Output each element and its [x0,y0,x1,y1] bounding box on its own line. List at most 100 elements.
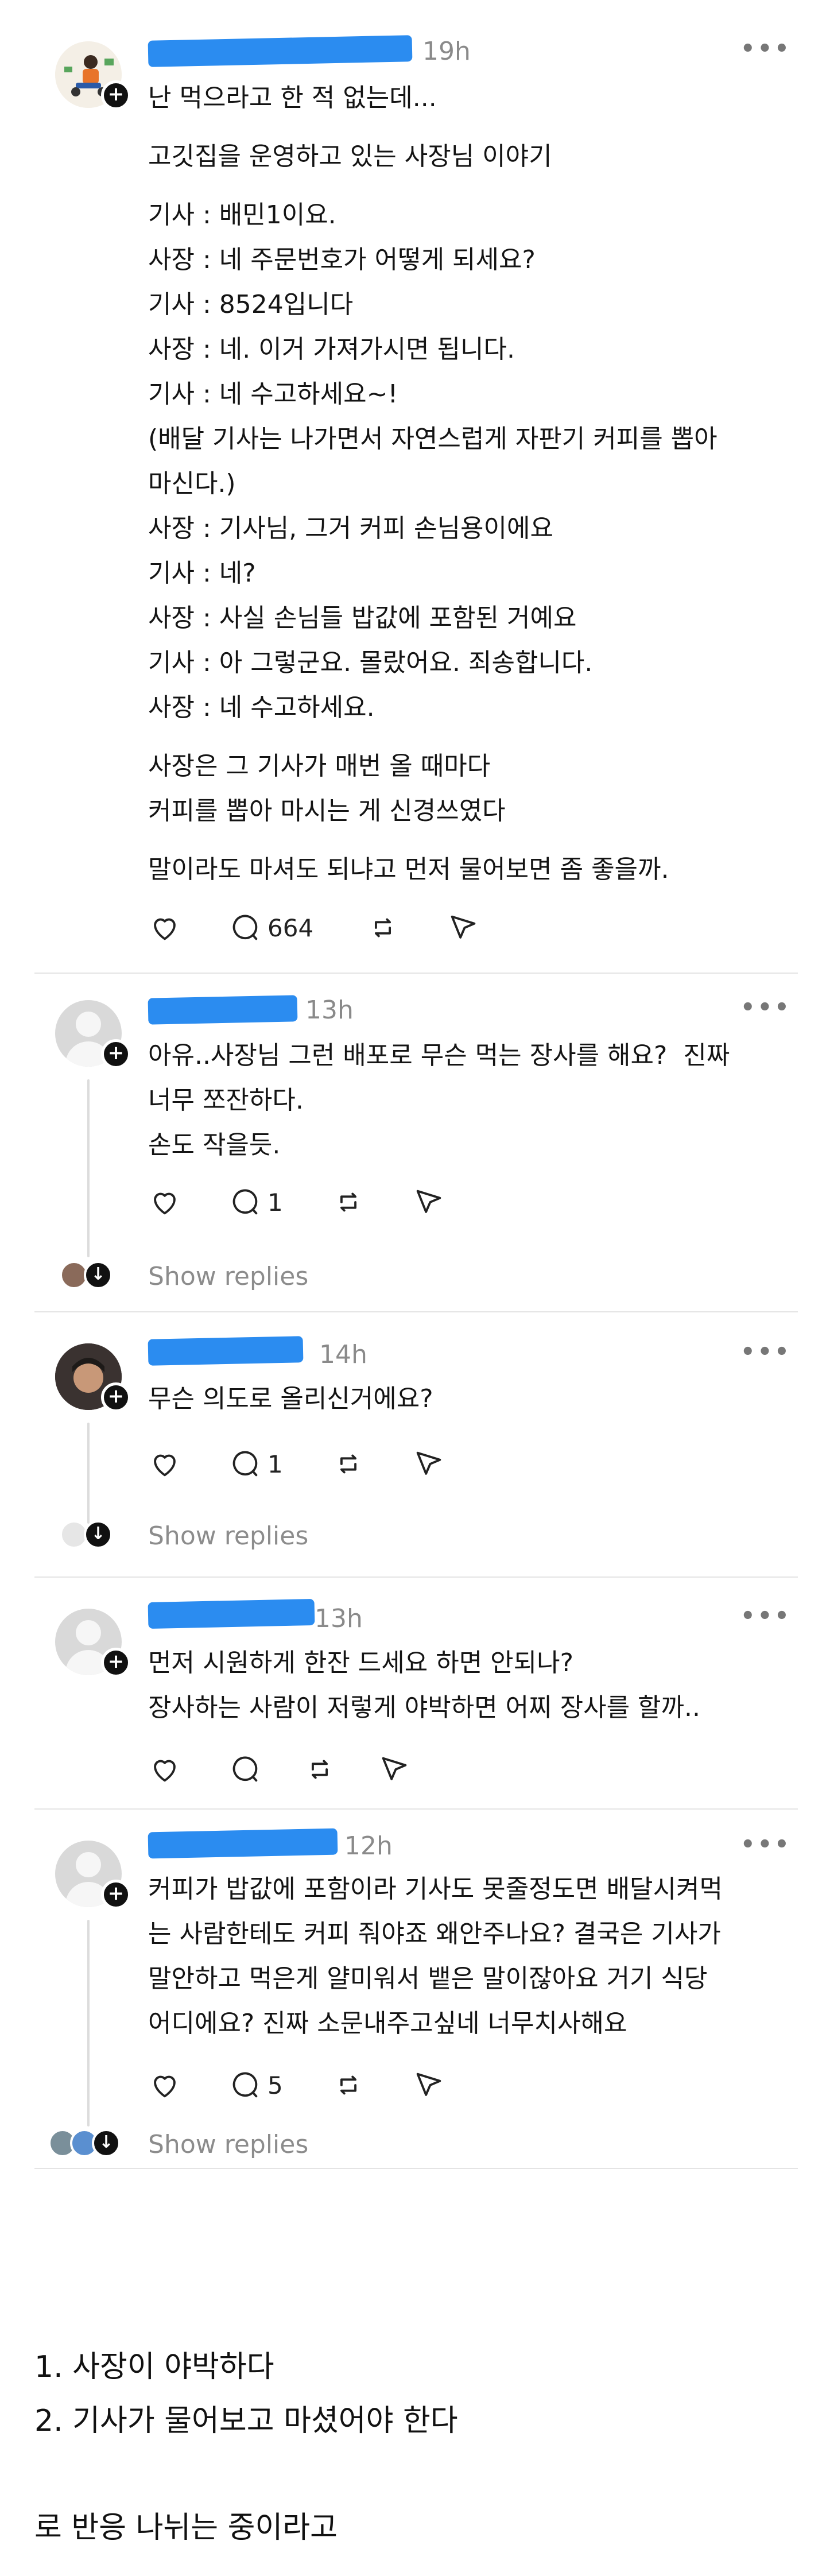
comment-button[interactable]: 5 [228,2068,283,2102]
post-line-15: 사장은 그 기사가 매번 올 때마다 [148,752,491,781]
post-line-8: (배달 기사는 나가면서 자연스럽게 자판기 커피를 뽑아 [148,424,718,454]
expand-replies-icon[interactable]: ↓ [84,1261,113,1289]
like-button[interactable] [148,911,181,945]
main-post: + 19h ••• 난 먹으라고 한 적 없는데... 고깃집을 운영하고 있는… [0,0,826,976]
share-button[interactable] [412,2068,445,2102]
share-button[interactable] [447,911,480,945]
follow-plus-icon[interactable]: + [101,1382,131,1412]
reply-4: + 12h ••• 커피가 밥값에 포함이라 기사도 못줄정도면 배달시켜먹 는… [0,1812,826,2168]
reply-line-2: 너무 쪼잔하다. [148,1086,304,1115]
reply-time: 13h [315,1604,363,1633]
post-line-6: 사장 : 네. 이거 가져가시면 됩니다. [148,335,515,364]
comment-count: 664 [267,913,314,942]
divider [34,1311,798,1312]
avatar-head [76,1012,101,1037]
expand-replies-icon[interactable]: ↓ [92,2129,121,2157]
post-line-14: 사장 : 네 수고하세요. [148,693,375,722]
send-icon [451,915,476,939]
reply-actions: 5 [148,2068,493,2102]
repost-button[interactable] [366,911,400,945]
reply-line-2: 는 사람한테도 커피 줘야죠 왜안주나요? 결국은 기사가 [148,1919,721,1949]
comment-count: 1 [267,1450,283,1478]
follow-plus-icon[interactable]: + [101,80,131,110]
reply-actions: 1 [148,1447,493,1481]
post-line-1: 난 먹으라고 한 적 없는데... [148,83,437,113]
reply-time: 14h [319,1340,367,1369]
comment-count: 1 [267,1188,283,1217]
show-replies-link[interactable]: Show replies [148,1262,308,1291]
comment-button[interactable]: 1 [228,1447,283,1481]
more-icon[interactable]: ••• [740,994,792,1021]
like-button[interactable] [148,2068,181,2102]
share-button[interactable] [378,1752,411,1787]
repost-icon [340,1454,357,1474]
show-replies-link[interactable]: Show replies [148,2130,308,2159]
reply-line-1: 무슨 의도로 올리신거에요? [148,1384,433,1413]
redacted-username[interactable] [148,1598,315,1629]
more-icon[interactable]: ••• [740,1339,792,1365]
reply-2: + 14h ••• 무슨 의도로 올리신거에요? 1 ↓ Show replie… [0,1315,826,1573]
like-button[interactable] [148,1447,181,1481]
post-line-2: 고깃집을 운영하고 있는 사장님 이야기 [148,142,552,171]
divider [34,1576,798,1578]
comment-icon [232,915,258,940]
divider [34,2168,798,2169]
comment-icon [232,1756,258,1782]
follow-plus-icon[interactable]: + [101,1880,131,1909]
redacted-username[interactable] [148,1828,338,1859]
repost-button[interactable] [332,2068,365,2102]
more-icon[interactable]: ••• [740,1603,792,1629]
summary-item-2: 2. 기사가 물어보고 마셨어야 한다 [34,2404,458,2438]
follow-plus-icon[interactable]: + [101,1648,131,1678]
send-icon [416,1190,441,1213]
share-button[interactable] [412,1447,445,1481]
post-line-3: 기사 : 배민1이요. [148,200,336,230]
reply-actions [148,1752,493,1787]
thread-line [87,1920,90,2126]
redacted-username[interactable] [148,35,413,67]
comment-icon [232,1189,258,1215]
post-line-10: 사장 : 기사님, 그거 커피 손님용이에요 [148,514,553,543]
send-icon [416,2073,441,2096]
more-icon[interactable]: ••• [740,36,792,62]
reply-line-1: 아유..사장님 그런 배포로 무슨 먹는 장사를 해요? 진짜 [148,1041,730,1070]
redacted-username[interactable] [148,995,298,1025]
like-button[interactable] [148,1185,181,1219]
heart-icon [154,1760,176,1782]
post-line-4: 사장 : 네 주문번호가 어떻게 되세요? [148,245,536,274]
avatar-head [76,1852,101,1877]
reply-line-2: 장사하는 사람이 저렇게 야박하면 어찌 장사를 할까.. [148,1693,700,1722]
post-line-12: 사장 : 사실 손님들 밥값에 포함된 거예요 [148,603,577,633]
thread-line [87,1423,90,1524]
more-icon[interactable]: ••• [740,1831,792,1858]
expand-replies-icon[interactable]: ↓ [84,1520,113,1549]
comment-count: 5 [267,2071,283,2099]
reply-3: + 13h ••• 먼저 시원하게 한잔 드세요 하면 안되나? 장사하는 사람… [0,1580,826,1810]
show-replies-link[interactable]: Show replies [148,1521,308,1551]
redacted-username[interactable] [148,1336,304,1366]
like-button[interactable] [148,1752,181,1787]
summary-conclusion: 로 반응 나뉘는 중이라고 [34,2511,338,2545]
share-button[interactable] [412,1185,445,1219]
repost-icon [374,918,391,938]
send-icon [416,1451,441,1475]
send-icon [382,1757,407,1780]
comment-button[interactable] [228,1752,262,1787]
post-line-5: 기사 : 8524입니다 [148,290,354,319]
repost-icon [340,2075,357,2095]
repost-icon [340,1192,357,1212]
reply-1: + 13h ••• 아유..사장님 그런 배포로 무슨 먹는 장사를 해요? 진… [0,976,826,1309]
comment-button[interactable]: 664 [228,911,313,945]
heart-icon [154,2075,176,2098]
repost-button[interactable] [332,1447,365,1481]
repost-button[interactable] [303,1752,336,1787]
post-time: 19h [422,37,471,66]
comment-button[interactable]: 1 [228,1185,283,1219]
heart-icon [154,918,176,940]
follow-plus-icon[interactable]: + [101,1039,131,1069]
heart-icon [154,1192,176,1215]
divider [34,973,798,974]
post-line-9: 마신다.) [148,469,236,498]
summary-item-1: 1. 사장이 야박하다 [34,2350,274,2384]
repost-button[interactable] [332,1185,365,1219]
